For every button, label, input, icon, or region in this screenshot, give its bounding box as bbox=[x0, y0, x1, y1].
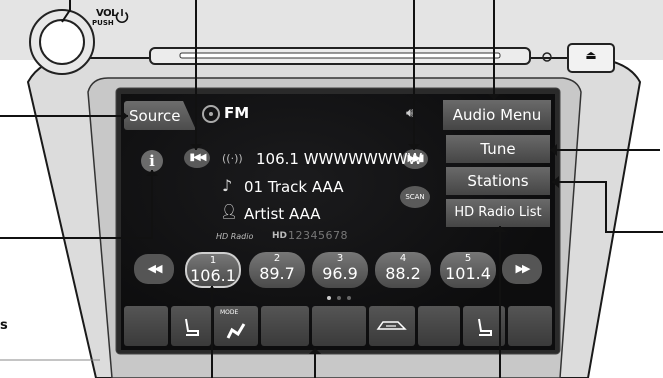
side-caption-fragment: s bbox=[0, 318, 8, 333]
callout-lines bbox=[0, 0, 663, 378]
